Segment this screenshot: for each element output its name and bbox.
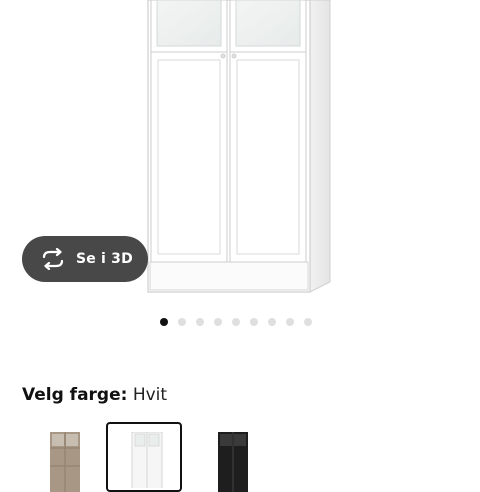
carousel-dot[interactable] bbox=[286, 318, 294, 326]
carousel-dot[interactable] bbox=[304, 318, 312, 326]
image-carousel-dots bbox=[160, 317, 312, 327]
selected-color-value: Hvit bbox=[132, 385, 168, 405]
color-swatch-list bbox=[0, 422, 480, 492]
carousel-dot[interactable] bbox=[196, 318, 204, 326]
rotate-3d-icon bbox=[40, 247, 66, 271]
carousel-dot[interactable] bbox=[250, 318, 258, 326]
carousel-dot[interactable] bbox=[160, 318, 168, 326]
color-selection-heading: Velg farge: Hvit bbox=[22, 385, 167, 405]
color-heading-label: Velg farge: bbox=[22, 385, 128, 405]
swatch-black-brown[interactable] bbox=[196, 422, 272, 492]
black-bookcase-thumbnail bbox=[218, 432, 248, 492]
view-3d-button[interactable]: Se i 3D bbox=[22, 236, 148, 282]
view-3d-label: Se i 3D bbox=[76, 251, 133, 267]
oak-bookcase-thumbnail bbox=[50, 432, 80, 492]
carousel-dot[interactable] bbox=[232, 318, 240, 326]
carousel-dot[interactable] bbox=[178, 318, 186, 326]
swatch-white[interactable] bbox=[106, 422, 182, 492]
swatch-white-stained-oak[interactable] bbox=[24, 422, 100, 492]
carousel-dot[interactable] bbox=[214, 318, 222, 326]
carousel-dot[interactable] bbox=[268, 318, 276, 326]
